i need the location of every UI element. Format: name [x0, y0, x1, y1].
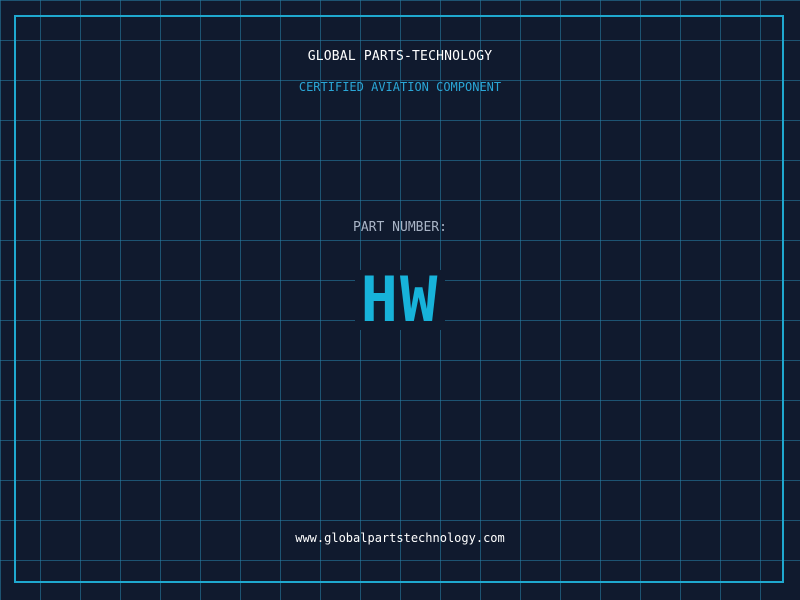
brand-subtitle: CERTIFIED AVIATION COMPONENT [298, 80, 502, 94]
brand-title: GLOBAL PARTS-TECHNOLOGY [307, 49, 493, 64]
label-card: GLOBAL PARTS-TECHNOLOGY CERTIFIED AVIATI… [0, 0, 800, 600]
part-number-code: HW [354, 269, 446, 331]
part-number-value: HW [0, 269, 800, 331]
website-url: www.globalpartstechnology.com [295, 531, 505, 545]
part-number-label: PART NUMBER: [353, 220, 447, 235]
